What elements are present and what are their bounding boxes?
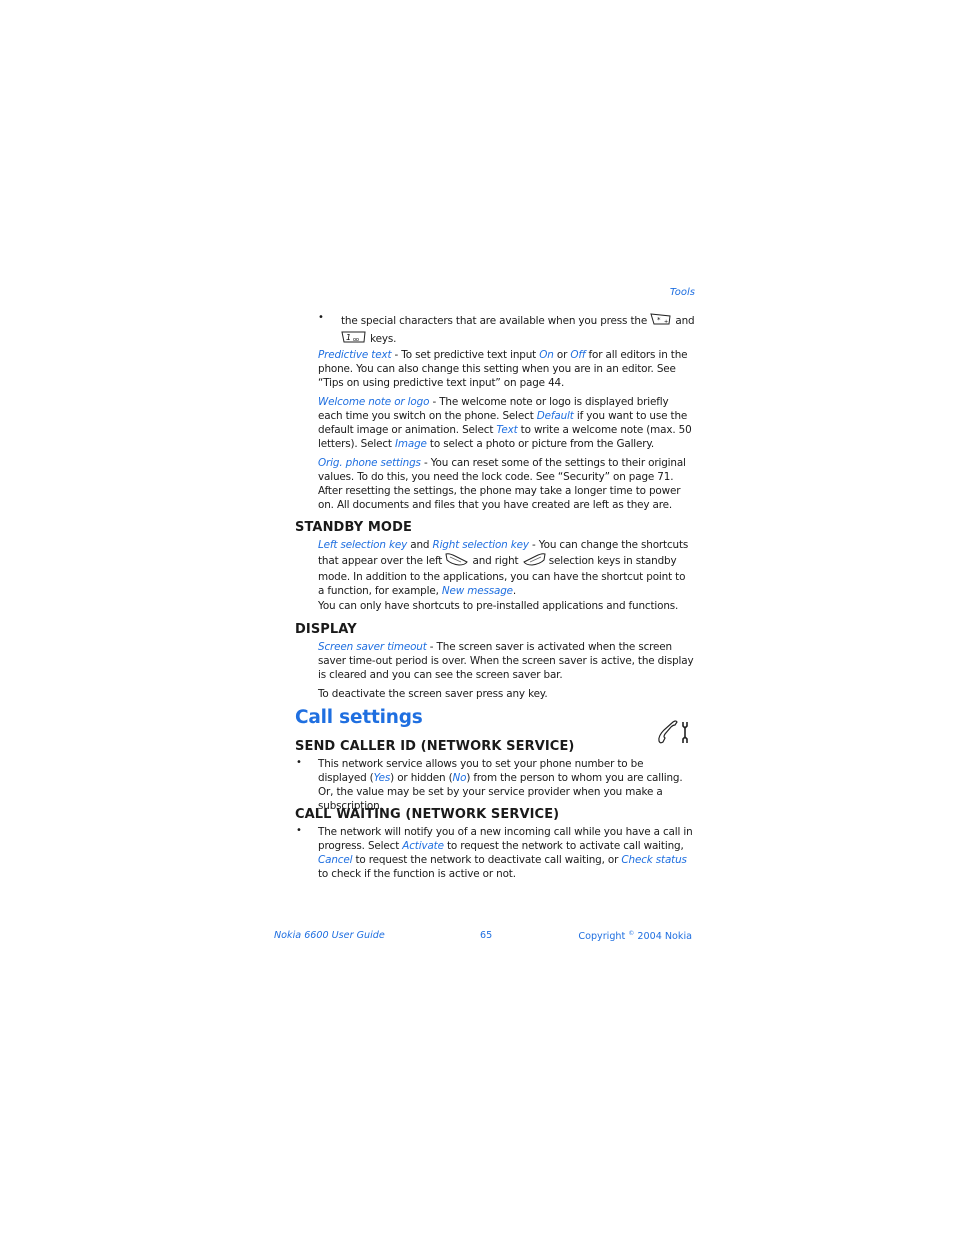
bullet-marker: • xyxy=(318,312,324,323)
bullet-text: the special characters that are availabl… xyxy=(341,315,648,327)
phone-wrench-icon xyxy=(656,719,692,749)
standby-note: You can only have shortcuts to pre-insta… xyxy=(318,600,679,612)
body-text: to select a photo or picture from the Ga… xyxy=(426,438,655,450)
option-no: No xyxy=(452,772,467,784)
right-selection-key-icon xyxy=(522,552,546,570)
intro-bullet-text: the special characters that are availabl… xyxy=(341,312,696,348)
running-head: Tools xyxy=(669,287,695,298)
svg-text:*: * xyxy=(657,316,661,324)
display-paragraph: Screen saver timeout - The screen saver … xyxy=(318,640,694,682)
body-text: and right xyxy=(469,555,522,567)
option-activate: Activate xyxy=(402,840,444,852)
option-yes: Yes xyxy=(373,772,391,784)
heading-send-caller-id: SEND CALLER ID (NETWORK SERVICE) xyxy=(295,739,575,754)
option-new-message: New message xyxy=(441,585,513,597)
body-text: ) or hidden ( xyxy=(390,772,453,784)
term-orig-settings: Orig. phone settings xyxy=(318,457,421,469)
bullet-text: keys. xyxy=(370,333,397,345)
option-off: Off xyxy=(570,349,586,361)
page-number: 65 xyxy=(480,930,493,941)
bullet-marker: • xyxy=(296,757,302,768)
star-key-icon: * + xyxy=(650,312,672,330)
heading-call-waiting: CALL WAITING (NETWORK SERVICE) xyxy=(295,807,560,822)
heading-standby-mode: STANDBY MODE xyxy=(295,520,412,535)
body-text: to request the network to deactivate cal… xyxy=(352,854,622,866)
term-predictive-text: Predictive text xyxy=(318,349,392,361)
term-welcome-note: Welcome note or logo xyxy=(318,396,430,408)
display-note: To deactivate the screen saver press any… xyxy=(318,688,548,700)
footer-copyright: Copyright © 2004 Nokia xyxy=(578,930,692,942)
option-on: On xyxy=(539,349,554,361)
svg-text:+: + xyxy=(664,319,668,325)
document-page: Tools • the special characters that are … xyxy=(0,0,954,1235)
body-text: and xyxy=(407,539,433,551)
copyright-text: 2004 Nokia xyxy=(634,931,692,943)
predictive-text-paragraph: Predictive text - To set predictive text… xyxy=(318,348,694,390)
option-default: Default xyxy=(536,410,574,422)
call-waiting-paragraph: The network will notify you of a new inc… xyxy=(318,825,694,881)
caller-id-paragraph: This network service allows you to set y… xyxy=(318,757,694,813)
body-text: or xyxy=(553,349,571,361)
orig-settings-paragraph: Orig. phone settings - You can reset som… xyxy=(318,456,694,512)
body-text: - To set predictive text input xyxy=(391,349,540,361)
svg-text:1: 1 xyxy=(346,333,351,342)
welcome-note-paragraph: Welcome note or logo - The welcome note … xyxy=(318,395,694,451)
one-key-icon: 1 oo xyxy=(341,330,367,348)
standby-paragraph: Left selection key and Right selection k… xyxy=(318,538,694,598)
bullet-marker: • xyxy=(296,825,302,836)
heading-display: DISPLAY xyxy=(295,622,357,637)
option-image: Image xyxy=(394,438,427,450)
body-text: to request the network to activate call … xyxy=(443,840,684,852)
body-text: . xyxy=(512,585,517,597)
copyright-text: Copyright xyxy=(578,931,629,943)
option-cancel: Cancel xyxy=(318,854,353,866)
term-left-selection-key: Left selection key xyxy=(318,539,408,551)
term-screen-saver-timeout: Screen saver timeout xyxy=(318,641,427,653)
bullet-text: and xyxy=(675,315,695,327)
option-text: Text xyxy=(496,424,518,436)
term-right-selection-key: Right selection key xyxy=(432,539,530,551)
option-check-status: Check status xyxy=(621,854,687,866)
section-title-call-settings: Call settings xyxy=(295,707,423,728)
left-selection-key-icon xyxy=(445,552,469,570)
footer-guide-title: Nokia 6600 User Guide xyxy=(274,930,385,941)
svg-text:oo: oo xyxy=(353,337,359,343)
body-text: to check if the function is active or no… xyxy=(318,868,516,880)
